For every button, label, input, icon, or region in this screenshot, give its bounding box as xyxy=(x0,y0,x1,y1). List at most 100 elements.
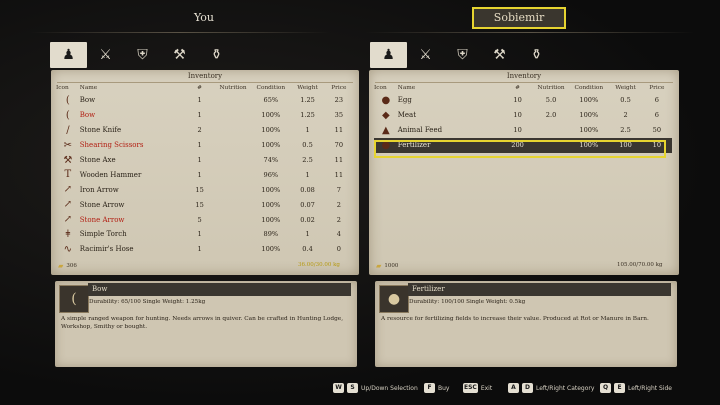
armor-icon[interactable]: ⛨ xyxy=(124,42,161,68)
table-row[interactable]: ⚒ Stone Axe 1 74% 2.5 11 xyxy=(56,153,354,168)
iron-arrow-icon: ↗ xyxy=(63,184,73,196)
table-row[interactable]: ↗ Stone Arrow 15 100% 0.07 2 xyxy=(56,197,354,212)
sack-icon[interactable]: ⚱ xyxy=(518,42,555,68)
coin-icon: ▰ xyxy=(376,262,382,270)
inventory-title: Inventory xyxy=(506,72,542,80)
table-row[interactable]: ✂ Shearing Scissors 1 100% 0.5 70 xyxy=(56,138,354,153)
hose-icon: ∿ xyxy=(63,243,73,255)
item-qty: 1 xyxy=(197,156,202,164)
trader-title[interactable]: Sobiemir xyxy=(472,7,566,29)
item-condition: 100% xyxy=(261,126,281,135)
right-category-tabs: ♟ ⚔ ⛨ ⚒ ⚱ xyxy=(370,42,555,68)
icon-cell: ↗ xyxy=(56,182,80,197)
table-row[interactable]: ▲ Animal Feed 10 100% 2.5 50 xyxy=(374,123,672,138)
bow-icon: ( xyxy=(65,94,70,106)
key-q: Q xyxy=(600,383,611,393)
hint-buy: F Buy xyxy=(424,383,449,393)
item-name: Stone Axe xyxy=(79,156,116,164)
table-row[interactable]: ↗ Stone Arrow 5 100% 0.02 2 xyxy=(56,212,354,227)
player-money: ▰ 306 xyxy=(58,262,77,270)
item-nutrition xyxy=(533,137,569,153)
anvil-icon[interactable]: ⚒ xyxy=(161,42,198,68)
stone-arrow-icon: ↗ xyxy=(63,199,73,211)
item-name: Bow xyxy=(79,96,96,105)
stone-arrow-icon: ↗ xyxy=(63,214,73,226)
item-nutrition xyxy=(216,227,251,242)
item-qty: 1 xyxy=(197,230,202,239)
item-weight: 1.25 xyxy=(300,96,315,105)
item-nutrition xyxy=(216,197,251,212)
item-weight: 2.5 xyxy=(620,126,631,135)
person-silhouette-icon[interactable]: ♟ xyxy=(50,42,87,68)
trader-inventory-panel: Inventory Icon Name # Nutrition Conditio… xyxy=(369,70,679,275)
anvil-icon[interactable]: ⚒ xyxy=(481,42,518,68)
hint-up-down: WS Up/Down Selection xyxy=(333,383,418,393)
item-name: Simple Torch xyxy=(79,230,127,239)
item-qty: 10 xyxy=(513,126,522,135)
detail-title: Fertilizer xyxy=(408,283,671,296)
left-divider xyxy=(30,32,330,33)
item-name: Stone Arrow xyxy=(79,215,125,224)
detail-stats: Durability: 100/100 Single Weight: 0.5kg xyxy=(409,299,526,305)
item-qty: 15 xyxy=(195,200,204,209)
icon-cell: ( xyxy=(56,93,80,108)
item-weight: 100 xyxy=(609,137,642,153)
player-capacity: 36.00/30.00 kg xyxy=(298,262,340,268)
item-nutrition xyxy=(216,138,251,153)
table-header: Icon Name # Nutrition Condition Weight P… xyxy=(374,83,672,93)
col-name: Name xyxy=(79,85,98,91)
table-row[interactable]: T Wooden Hammer 1 96% 1 11 xyxy=(56,167,354,182)
item-condition: 100% xyxy=(568,137,610,153)
table-row[interactable]: / Stone Knife 2 100% 1 11 xyxy=(56,123,354,138)
item-name: Iron Arrow xyxy=(79,185,119,194)
table-row[interactable]: (Bow 1 100% 1.25 35 xyxy=(56,108,354,123)
table-row[interactable]: ◆ Meat 10 2.0 100% 2 6 xyxy=(374,108,672,123)
col-name: Name xyxy=(397,85,416,91)
item-nutrition xyxy=(216,153,251,168)
item-condition: 96% xyxy=(263,170,279,179)
armor-icon[interactable]: ⛨ xyxy=(444,42,481,68)
weapons-icon[interactable]: ⚔ xyxy=(87,42,124,68)
sack-icon[interactable]: ⚱ xyxy=(198,42,235,68)
egg-icon: ● xyxy=(381,94,391,106)
col-condition: Condition xyxy=(574,85,604,91)
player-inventory-table: Icon Name # Nutrition Condition Weight P… xyxy=(56,83,354,257)
item-name: Racimir's Hose xyxy=(79,245,134,254)
table-row[interactable]: ǂ Simple Torch 1 89% 1 4 xyxy=(56,227,354,242)
detail-description: A resource for fertilizing fields to inc… xyxy=(381,316,649,322)
item-weight: 1 xyxy=(305,170,310,179)
item-price: 6 xyxy=(654,111,659,120)
item-name: Egg xyxy=(397,96,412,105)
table-row[interactable]: ↗ Iron Arrow 15 100% 0.08 7 xyxy=(56,182,354,197)
bow-icon: ( xyxy=(59,285,89,313)
item-name: Wooden Hammer xyxy=(79,170,142,179)
icon-cell: ● xyxy=(374,93,398,108)
icon-cell: ∿ xyxy=(56,242,80,257)
table-row[interactable]: ● Egg 10 5.0 100% 0.5 6 xyxy=(374,93,672,108)
item-condition: 100% xyxy=(579,126,599,135)
item-price: 11 xyxy=(334,156,344,164)
detail-title: Bow xyxy=(88,283,351,296)
item-nutrition xyxy=(216,123,251,138)
person-silhouette-icon[interactable]: ♟ xyxy=(370,42,407,68)
item-qty: 10 xyxy=(513,96,522,105)
item-weight: 0.08 xyxy=(300,185,315,194)
hint-label: Exit xyxy=(480,384,493,392)
trader-money: ▰ 1000 xyxy=(376,262,399,270)
icon-cell: ↗ xyxy=(56,212,80,227)
left-category-tabs: ♟ ⚔ ⛨ ⚒ ⚱ xyxy=(50,42,235,68)
item-condition: 100% xyxy=(261,185,281,194)
item-nutrition: 2.0 xyxy=(545,111,557,120)
table-row[interactable]: (Bow 1 65% 1.25 23 xyxy=(56,93,354,108)
icon-cell: / xyxy=(56,123,80,138)
bow-icon: ( xyxy=(65,109,70,121)
item-qty: 1 xyxy=(197,245,202,254)
trader-inventory-table: Icon Name # Nutrition Condition Weight P… xyxy=(374,83,672,153)
item-qty: 10 xyxy=(513,111,522,120)
col-qty: # xyxy=(197,85,203,91)
table-row[interactable]: ● Fertilizer 200 100% 100 10 xyxy=(374,137,672,153)
weapons-icon[interactable]: ⚔ xyxy=(407,42,444,68)
item-nutrition xyxy=(216,182,251,197)
key-a: A xyxy=(508,383,519,393)
table-row[interactable]: ∿ Racimir's Hose 1 100% 0.4 0 xyxy=(56,242,354,257)
